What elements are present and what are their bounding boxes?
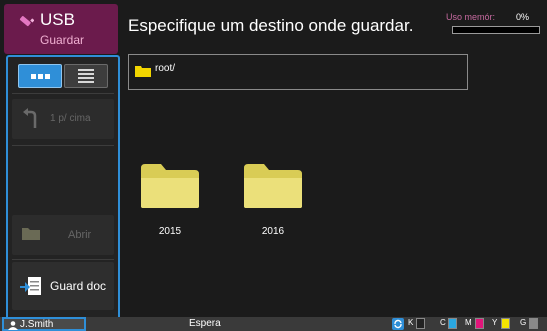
memory-usage-bar	[452, 26, 540, 34]
memory-usage-label: Uso memór:	[446, 12, 496, 22]
app-title: USB	[40, 10, 75, 29]
folder-icon	[244, 164, 302, 208]
ink-letter-m: M	[465, 318, 472, 327]
ink-level-k	[416, 318, 425, 329]
list-view-button[interactable]	[64, 64, 108, 88]
app-subtitle: Guardar	[40, 33, 85, 47]
current-path-bar[interactable]: root/	[128, 54, 468, 90]
open-label: Abrir	[68, 229, 92, 241]
printer-status: Espera	[189, 318, 221, 329]
list-view-icon-line	[78, 77, 94, 79]
folder-icon	[135, 66, 151, 77]
usb-pen-icon	[19, 16, 34, 27]
save-document-label: Guard doc	[50, 279, 107, 293]
grid-view-icon-dot	[44, 73, 50, 79]
ink-letter-g: G	[520, 318, 527, 327]
save-document-button[interactable]: Guard doc	[12, 262, 114, 310]
up-one-level-label: 1 p/ cima	[50, 113, 91, 124]
list-view-icon	[78, 69, 94, 71]
ink-level-y	[501, 318, 510, 329]
list-view-icon-line	[78, 73, 94, 75]
left-toolbar: 1 p/ cima Abrir Guard doc	[6, 55, 120, 321]
save-document-icon	[20, 277, 41, 295]
divider	[12, 259, 114, 260]
grid-view-button[interactable]	[18, 64, 62, 88]
user-login-button[interactable]: J.Smith	[2, 317, 86, 331]
usb-save-tab[interactable]: USB Guardar	[4, 4, 118, 54]
memory-usage-percent: 0%	[516, 12, 530, 22]
ink-level-g	[529, 318, 538, 329]
status-bar: J.Smith Espera K C M Y G	[0, 317, 547, 331]
list-view-icon-line	[78, 81, 94, 83]
current-path-text: root/	[155, 63, 176, 74]
up-arrow-icon	[23, 108, 37, 128]
usb-save-screen: USB Guardar Especifique um destino onde …	[0, 0, 547, 331]
divider	[12, 93, 114, 94]
grid-view-icon	[30, 73, 36, 79]
ink-letter-y: Y	[492, 318, 498, 327]
ink-letter-k: K	[408, 318, 414, 327]
user-icon	[8, 321, 18, 330]
divider	[12, 145, 114, 146]
folder-item[interactable]: 2015	[135, 162, 205, 237]
ink-level-c	[448, 318, 457, 329]
folder-name: 2015	[158, 226, 182, 237]
up-one-level-button[interactable]: 1 p/ cima	[12, 99, 114, 139]
instruction-text: Especifique um destino onde guardar.	[128, 16, 414, 35]
folder-item[interactable]: 2016	[238, 162, 308, 237]
ink-level-m	[475, 318, 484, 329]
folder-icon	[141, 164, 199, 208]
grid-view-icon-dot	[37, 73, 43, 79]
user-name: J.Smith	[20, 319, 54, 330]
sync-icon	[392, 318, 404, 330]
open-button[interactable]: Abrir	[12, 215, 114, 255]
open-folder-icon	[22, 228, 40, 240]
folder-name: 2016	[261, 226, 285, 237]
ink-letter-c: C	[440, 318, 446, 327]
